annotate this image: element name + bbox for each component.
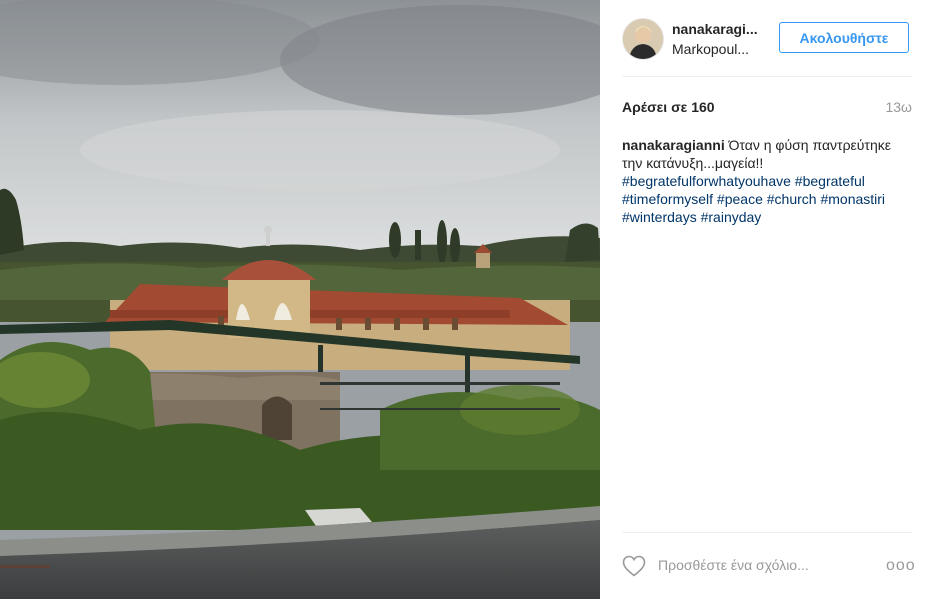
- comment-divider: [622, 532, 912, 533]
- caption-username[interactable]: nanakaragianni: [622, 137, 725, 153]
- location-link[interactable]: Markopoul...: [672, 41, 749, 57]
- hashtag-link[interactable]: #begrateful: [795, 173, 865, 189]
- hashtag-link[interactable]: #monastiri: [820, 191, 885, 207]
- hashtag-link[interactable]: #peace: [717, 191, 763, 207]
- comment-input[interactable]: [658, 554, 868, 576]
- follow-button[interactable]: Ακολουθήστε: [779, 22, 909, 53]
- hashtag-link[interactable]: #winterdays: [622, 209, 697, 225]
- hashtag-link[interactable]: #begratefulforwhatyouhave: [622, 173, 791, 189]
- hashtag-list: #begratefulforwhatyouhave #begrateful #t…: [622, 172, 912, 226]
- likes-count[interactable]: Αρέσει σε 160: [622, 99, 715, 115]
- heart-icon[interactable]: [622, 555, 646, 577]
- post-time[interactable]: 13ω: [885, 99, 912, 115]
- hashtag-link[interactable]: #rainyday: [701, 209, 762, 225]
- church-photo-illustration: [0, 0, 600, 599]
- avatar[interactable]: [622, 18, 664, 60]
- header-divider: [622, 76, 912, 77]
- hashtag-link[interactable]: #church: [767, 191, 817, 207]
- post-caption: nanakaragianni Όταν η φύση παντρεύτηκε τ…: [622, 136, 912, 226]
- post-photo[interactable]: [0, 0, 600, 599]
- username-link[interactable]: nanakaragi...: [672, 21, 758, 37]
- avatar-photo-icon: [623, 19, 663, 59]
- comment-bar: ooo: [622, 548, 915, 584]
- more-options-icon[interactable]: ooo: [886, 556, 915, 576]
- post-header: nanakaragi... Markopoul... Ακολουθήστε: [622, 16, 912, 62]
- hashtag-link[interactable]: #timeformyself: [622, 191, 713, 207]
- post-side-panel: nanakaragi... Markopoul... Ακολουθήστε Α…: [600, 0, 934, 599]
